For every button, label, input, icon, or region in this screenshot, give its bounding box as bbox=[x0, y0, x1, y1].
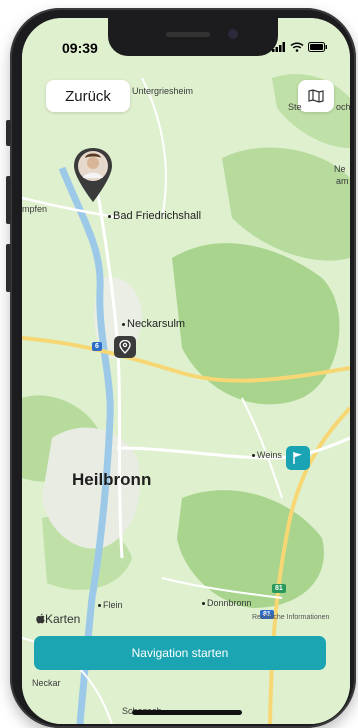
status-icons bbox=[272, 42, 328, 52]
place-name: Neckarsulm bbox=[127, 318, 186, 330]
avatar bbox=[87, 157, 99, 169]
place-label: Flein bbox=[98, 600, 123, 610]
place-label: Neckar bbox=[32, 678, 61, 688]
place-label: mpfen bbox=[22, 204, 48, 214]
place-name: Bad Friedrichshall bbox=[113, 210, 202, 222]
place-name: Flein bbox=[103, 600, 123, 610]
place-label-heilbronn: Heilbronn bbox=[72, 470, 152, 489]
place-name: Donnbronn bbox=[207, 598, 252, 608]
map-mode-button[interactable] bbox=[298, 80, 334, 112]
map-icon bbox=[308, 89, 324, 103]
road-badge-b6: 6 bbox=[92, 342, 102, 351]
volume-up-button bbox=[6, 176, 11, 224]
place-label: Ste bbox=[288, 102, 302, 112]
battery-icon bbox=[308, 42, 327, 52]
notch bbox=[108, 18, 278, 56]
place-label: Ne bbox=[334, 164, 346, 174]
back-button[interactable]: Zurück bbox=[46, 80, 130, 112]
navigation-start-button[interactable]: Navigation starten bbox=[34, 636, 326, 670]
flag-icon bbox=[293, 452, 302, 464]
apple-logo-icon bbox=[36, 613, 45, 624]
phone-screen: 09:39 Zurück Untergriesheim Ste och Ne a… bbox=[22, 18, 350, 724]
status-time: 09:39 bbox=[62, 40, 98, 56]
attribution-text: Karten bbox=[45, 612, 81, 626]
apple-maps-attribution: Karten bbox=[36, 612, 80, 626]
place-dot bbox=[202, 602, 205, 606]
location-pin-icon bbox=[119, 340, 131, 354]
place-label: Untergriesheim bbox=[132, 86, 194, 96]
place-label: am bbox=[336, 176, 349, 186]
place-label: Weins bbox=[252, 450, 282, 460]
user-avatar-pin[interactable] bbox=[72, 146, 114, 204]
location-pin[interactable] bbox=[114, 336, 136, 358]
wifi-icon bbox=[290, 42, 304, 52]
place-label: Bad Friedrichshall bbox=[108, 210, 201, 222]
road-badge-a81: 81 bbox=[272, 584, 286, 593]
place-dot bbox=[252, 454, 255, 458]
legal-link[interactable]: Rechtliche Informationen bbox=[252, 614, 329, 621]
signal-icon bbox=[272, 42, 285, 52]
place-name: Weins bbox=[257, 450, 282, 460]
front-camera bbox=[228, 29, 238, 39]
place-dot bbox=[98, 604, 101, 608]
place-label: Neckarsulm bbox=[122, 318, 185, 330]
place-dot bbox=[108, 214, 111, 218]
place-label: Donnbronn bbox=[202, 598, 252, 608]
silent-switch bbox=[6, 120, 11, 146]
volume-down-button bbox=[6, 244, 11, 292]
destination-flag-pin[interactable] bbox=[286, 446, 310, 470]
place-dot bbox=[122, 322, 125, 326]
place-label: och bbox=[336, 102, 350, 112]
home-indicator bbox=[132, 710, 242, 715]
speaker-grille bbox=[166, 32, 210, 37]
